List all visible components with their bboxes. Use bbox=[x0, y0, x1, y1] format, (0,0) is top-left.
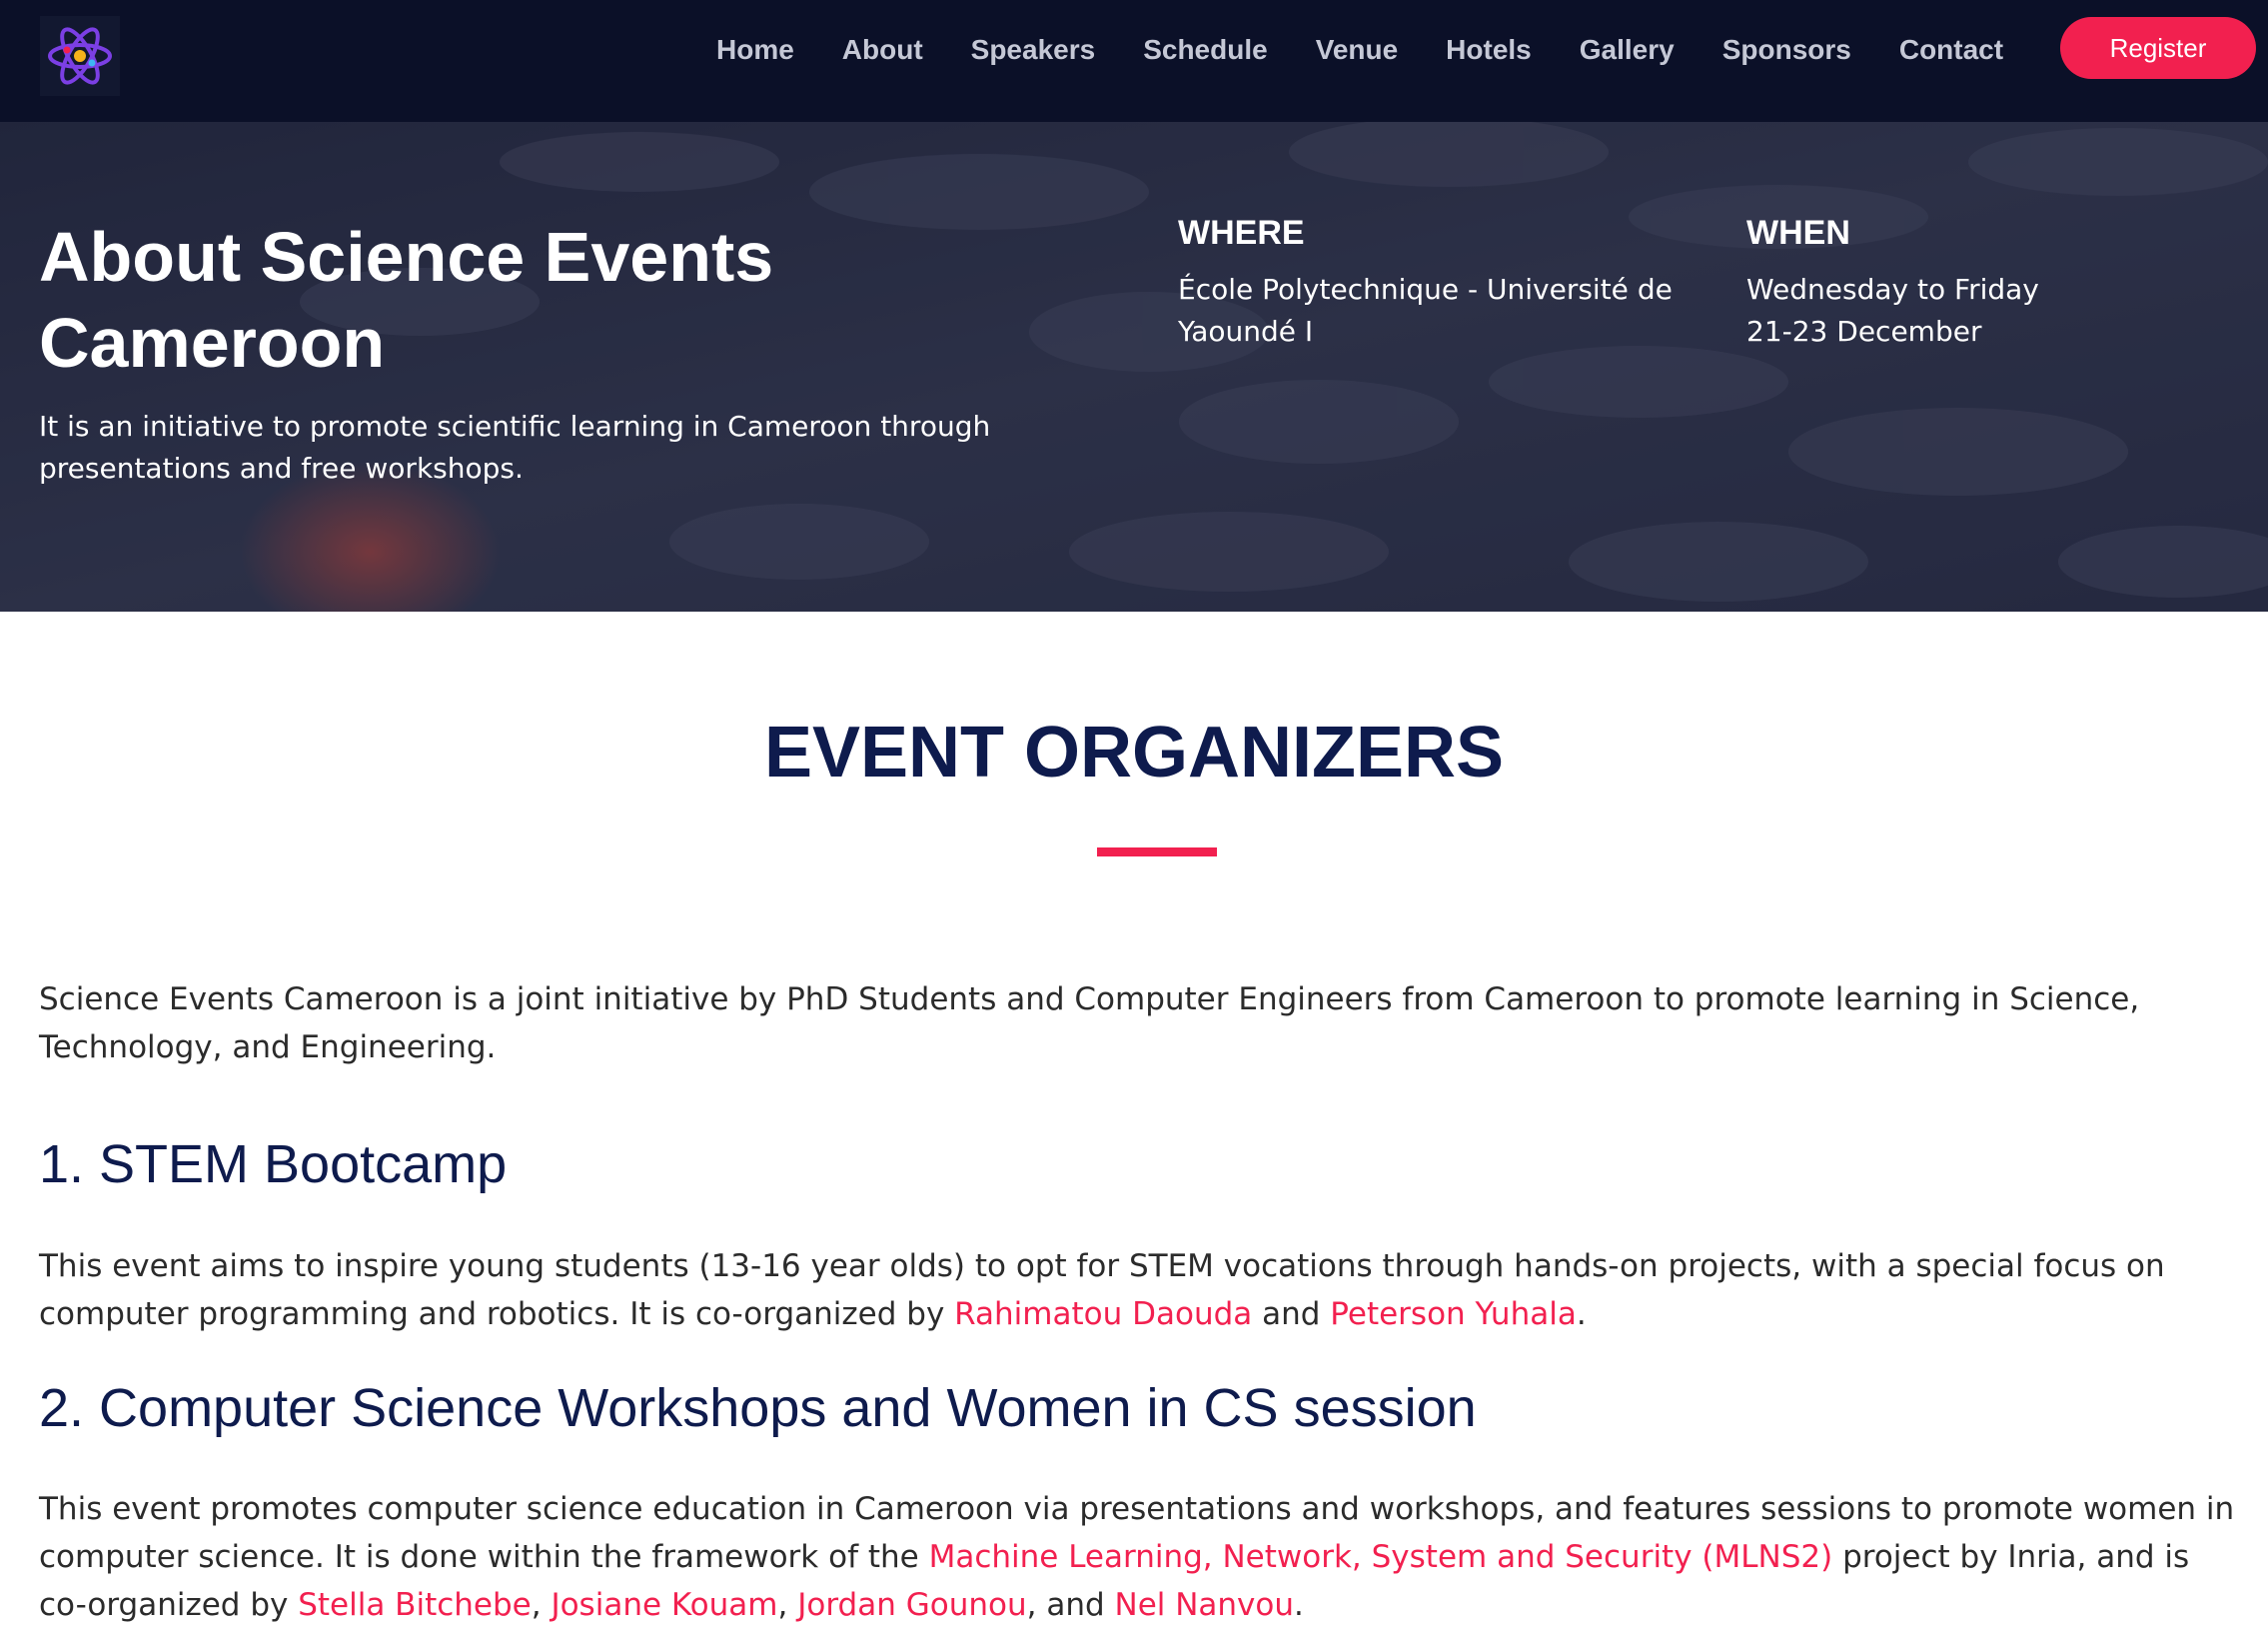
cs-end: . bbox=[1294, 1587, 1304, 1623]
top-navbar: Home About Speakers Schedule Venue Hotel… bbox=[0, 0, 2268, 122]
stem-paragraph: This event aims to inspire young student… bbox=[39, 1242, 2237, 1338]
nav-contact[interactable]: Contact bbox=[1899, 34, 2003, 66]
nav-about[interactable]: About bbox=[842, 34, 923, 66]
cs-paragraph: This event promotes computer science edu… bbox=[39, 1485, 2237, 1629]
organizer-link-peterson[interactable]: Peterson Yuhala bbox=[1330, 1296, 1577, 1332]
hero-title: About Science Events Cameroon bbox=[39, 218, 774, 382]
where-heading: WHERE bbox=[1178, 214, 1305, 252]
where-text: École Polytechnique - Université de Yaou… bbox=[1178, 273, 1673, 348]
intro-paragraph: Science Events Cameroon is a joint initi… bbox=[39, 981, 2140, 1065]
title-underline-divider bbox=[1097, 847, 1217, 856]
section-title: EVENT ORGANIZERS bbox=[763, 713, 1505, 793]
stem-heading: 1. STEM Bootcamp bbox=[39, 1134, 508, 1194]
when-days: Wednesday to Friday bbox=[1746, 273, 2039, 306]
atom-logo-icon[interactable] bbox=[40, 16, 120, 96]
cs-sep-2: , bbox=[777, 1587, 798, 1623]
where-block: WHERE École Polytechnique - Université d… bbox=[1178, 214, 1698, 353]
organizer-link-nel[interactable]: Nel Nanvou bbox=[1115, 1587, 1295, 1623]
nav-schedule[interactable]: Schedule bbox=[1143, 34, 1267, 66]
mlns2-project-link[interactable]: Machine Learning, Network, System and Se… bbox=[929, 1539, 1833, 1575]
organizer-link-rahimatou[interactable]: Rahimatou Daouda bbox=[954, 1296, 1252, 1332]
when-dates: 21-23 December bbox=[1746, 315, 1982, 348]
nav-sponsors[interactable]: Sponsors bbox=[1722, 34, 1851, 66]
organizer-link-josiane[interactable]: Josiane Kouam bbox=[551, 1587, 777, 1623]
when-block: WHEN Wednesday to Friday 21-23 December bbox=[1746, 214, 2226, 353]
register-button[interactable]: Register bbox=[2060, 17, 2256, 79]
cs-sep-1: , bbox=[531, 1587, 552, 1623]
organizer-link-jordan[interactable]: Jordan Gounou bbox=[797, 1587, 1026, 1623]
nav-hotels[interactable]: Hotels bbox=[1446, 34, 1532, 66]
when-heading: WHEN bbox=[1746, 214, 1850, 252]
main-nav: Home About Speakers Schedule Venue Hotel… bbox=[699, 0, 2268, 100]
cs-heading: 2. Computer Science Workshops and Women … bbox=[39, 1378, 1477, 1438]
nav-venue[interactable]: Venue bbox=[1316, 34, 1398, 66]
when-text: Wednesday to Friday 21-23 December bbox=[1746, 269, 2226, 353]
organizer-link-stella[interactable]: Stella Bitchebe bbox=[298, 1587, 532, 1623]
cs-sep-3: , and bbox=[1026, 1587, 1115, 1623]
stem-end: . bbox=[1576, 1296, 1587, 1332]
nav-gallery[interactable]: Gallery bbox=[1580, 34, 1675, 66]
nav-speakers[interactable]: Speakers bbox=[971, 34, 1096, 66]
stem-and: and bbox=[1252, 1296, 1331, 1332]
hero-banner: About Science Events Cameroon It is an i… bbox=[0, 122, 2268, 612]
hero-subtitle: It is an initiative to promote scientifi… bbox=[39, 410, 991, 485]
nav-home[interactable]: Home bbox=[716, 34, 794, 66]
